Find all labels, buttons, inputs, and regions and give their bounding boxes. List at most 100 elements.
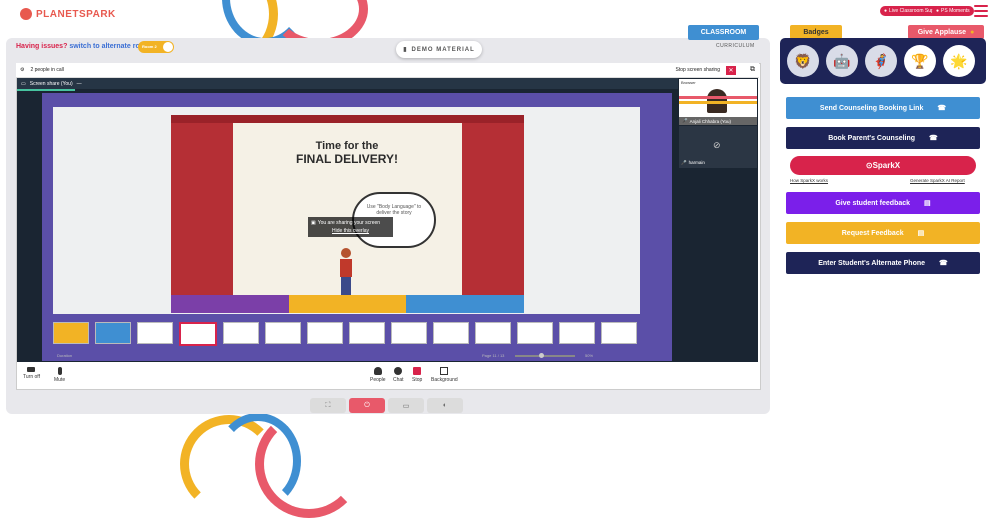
clipboard-icon: ▤ [924,200,931,207]
badge-hero-icon[interactable]: 🦸 [865,45,897,77]
chat-bubble-icon [394,367,403,375]
curtain-left [171,115,233,295]
send-counseling-link-button[interactable]: Send Counseling Booking Link ☎ [786,97,980,119]
duration-label: Duration [57,353,73,358]
palette-icon: ◐ [442,402,448,409]
mic-icon: 🎤 [682,118,688,123]
toggle-knob [163,42,173,52]
badge-lion-icon[interactable]: 🦁 [787,45,819,77]
palette-button[interactable]: ◐ [427,398,463,413]
planet-icon [20,8,32,20]
gear-icon[interactable]: ⚙ [20,67,24,73]
slide-thumbnail[interactable] [307,322,343,344]
curtain-valance [171,115,524,123]
participant-name: harmain [688,160,705,165]
stop-share-icon [413,367,422,375]
phone-icon: ☎ [929,135,938,142]
document-icon: ▤ [917,230,925,237]
slide-thumbnail[interactable] [517,322,553,344]
screen-button[interactable]: ▭ [388,398,424,413]
zoom-slider[interactable] [515,353,575,358]
camera-icon: ● [936,8,940,14]
fullscreen-button[interactable]: ⛶ [310,398,346,413]
book-parents-counseling-button[interactable]: Book Parent's Counseling ☎ [786,127,980,149]
phone-icon: ☎ [937,105,947,112]
stop-sharing-label: Stop screen sharing [675,67,720,73]
hamburger-menu-icon[interactable] [974,5,988,17]
alternate-phone-button[interactable]: Enter Student's Alternate Phone ☎ [786,252,980,274]
issue-bar: Having issues? switch to alternate room [16,43,151,50]
sparkx-button[interactable]: ⊙ SparkX [790,156,976,175]
bottom-toolbar: ⛶ ⏻ ▭ ◐ [310,398,463,413]
background-grid-icon [440,367,449,375]
stop-sharing-button[interactable]: ✕ [726,65,736,75]
request-feedback-button[interactable]: Request Feedback ▤ [786,222,980,244]
logo-text: PLANETSPARK [36,8,116,20]
decor-ring-bottom-red [255,410,363,518]
slide-thumbnail[interactable] [223,322,259,344]
give-applause-button[interactable]: Give Applause ● [908,25,984,39]
badge-star-icon[interactable]: 🌟 [943,45,975,77]
participant-tile-self: Browser 🎤 Anjali Chhabra (You) [679,79,757,125]
slide-thumbnail[interactable] [53,322,89,344]
badge-trophy-icon[interactable]: 🏆 [904,45,936,77]
slide-thumbnail[interactable] [601,322,637,344]
planetspark-logo: PLANETSPARK [20,8,116,20]
people-count: 2 people in call [30,67,64,73]
tab-classroom[interactable]: CLASSROOM [688,25,759,40]
tab-curriculum[interactable]: CURRICULUM [716,43,755,49]
mute-button[interactable]: Mute [54,367,65,383]
power-icon: ⏻ [364,401,370,409]
call-top-bar: ⚙ 2 people in call Stop screen sharing ✕… [16,63,759,78]
slide-thumbnail[interactable] [349,322,385,344]
tab-badges[interactable]: Badges [790,25,842,39]
video-camera-icon [27,367,36,372]
how-sparkx-works-link[interactable]: How SparkX works [790,178,828,183]
background-button[interactable]: Background [431,367,458,383]
slide-thumbnail[interactable] [265,322,301,344]
child-figure [338,248,354,298]
slide-thumbnail[interactable] [179,322,217,346]
share-underline [17,89,75,91]
generate-sparkx-report-link[interactable]: Generate SparkX AI Report [910,178,965,183]
info-icon: ▣ [311,220,316,226]
screen-share-title: ▭ Screen share (You) — [17,78,678,89]
monitor-icon: ▭ [21,80,26,87]
call-control-bar [17,363,758,388]
slide-thumbnail[interactable] [475,322,511,344]
page-indicator: Page 11 / 13 [482,353,505,358]
curtain-right [462,115,524,295]
fullscreen-icon: ⛶ [325,401,331,409]
stop-share-button[interactable]: Stop [412,367,422,383]
end-call-button[interactable]: ⏻ [349,398,385,413]
clap-icon: ● [970,28,975,36]
camera-toggle-button[interactable]: Turn off [23,367,40,380]
slide-thumbnail[interactable] [95,322,131,344]
ps-moments-button[interactable]: ● PS Moments [932,6,974,16]
microphone-icon [57,367,62,375]
slide-thumbnail[interactable] [137,322,173,344]
slide-title: Time for the FINAL DELIVERY! [295,140,398,166]
chat-button[interactable]: Chat [393,367,404,383]
slide-thumbnail[interactable] [433,322,469,344]
hide-overlay-link[interactable]: Hide this overlay [308,228,393,234]
give-student-feedback-button[interactable]: Give student feedback ▤ [786,192,980,214]
room-toggle[interactable]: Room 2 [138,41,174,53]
person-icon [373,367,382,375]
badge-robot-icon[interactable]: 🤖 [826,45,858,77]
headset-icon: ● [884,8,888,14]
demo-material-button[interactable]: ▮ DEMO MATERIAL [396,41,482,58]
pip-icon[interactable]: ⧉ [750,66,755,74]
zoom-slider-handle[interactable] [539,353,544,358]
slide-thumbnail[interactable] [391,322,427,344]
phone-icon: ☎ [939,260,948,267]
folder-icon: ▮ [403,47,408,53]
mic-icon: 🎤 [681,160,687,165]
participant-tile-harmain: ⊘ 🎤 harmain [679,126,757,168]
zoom-level: 50% [585,353,594,358]
monitor-icon: ▭ [402,402,410,410]
people-button[interactable]: People [370,367,386,383]
sharing-overlay: ▣ You are sharing your screen Hide this … [308,217,393,237]
slide-thumbnail[interactable] [559,322,595,344]
slide-thumbnails [53,322,640,346]
